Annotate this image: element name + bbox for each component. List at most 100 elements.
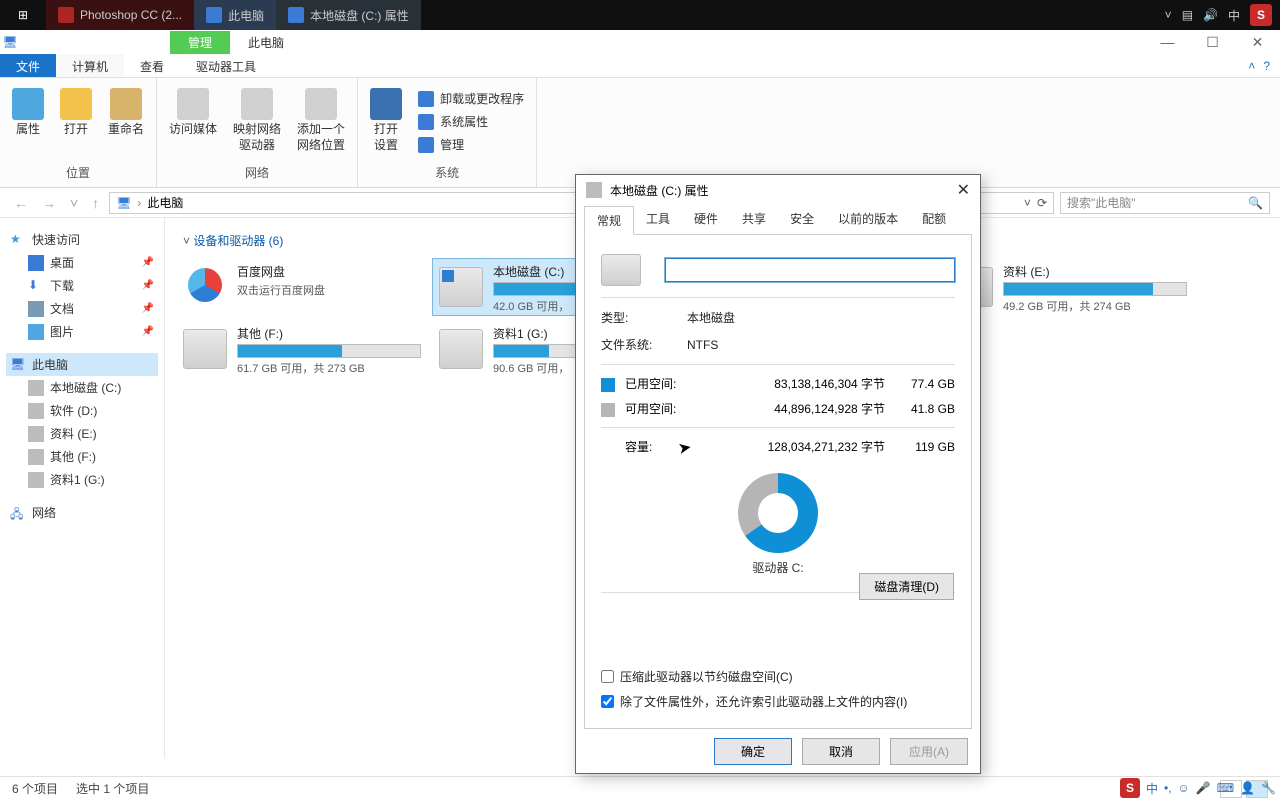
ime-toolbar[interactable]: S 中•, ☺ 🎤 ⌨ 👤 🔧 <box>1120 778 1276 798</box>
drive-item-baidu[interactable]: 百度网盘双击运行百度网盘 <box>177 259 427 315</box>
tab-tools[interactable]: 工具 <box>634 205 682 234</box>
window-title: 此电脑 <box>230 31 302 54</box>
apply-button[interactable]: 应用(A) <box>890 738 968 765</box>
tree-pictures[interactable]: 图片📌 <box>24 320 158 343</box>
taskbar-app-properties[interactable]: 本地磁盘 (C:) 属性 <box>276 0 421 30</box>
taskbar-app-thispc[interactable]: 此电脑 <box>194 0 276 30</box>
properties-icon <box>12 88 44 120</box>
ribbon-context-tab[interactable]: 管理 <box>170 31 230 54</box>
cancel-button[interactable]: 取消 <box>802 738 880 765</box>
ribbon-open-settings[interactable]: 打开 设置 <box>366 86 406 162</box>
downloads-icon: ⬇ <box>28 278 44 294</box>
nav-forward-button[interactable]: → <box>38 195 60 211</box>
ribbon-group-label: 系统 <box>366 162 528 183</box>
ribbon-tab-computer[interactable]: 计算机 <box>56 54 124 77</box>
tray-ime-indicator[interactable]: 中 <box>1228 7 1240 24</box>
ribbon-tab-drivetools[interactable]: 驱动器工具 <box>180 54 272 77</box>
rename-icon <box>110 88 142 120</box>
tree-this-pc[interactable]: 🖥此电脑 <box>6 353 158 376</box>
ribbon-open[interactable]: 打开 <box>56 86 96 162</box>
ribbon-media[interactable]: 访问媒体 <box>165 86 221 162</box>
drive-icon <box>28 380 44 396</box>
tab-general[interactable]: 常规 <box>584 206 634 235</box>
tab-previous[interactable]: 以前的版本 <box>826 205 910 234</box>
ribbon-properties[interactable]: 属性 <box>8 86 48 162</box>
tree-drive-d[interactable]: 软件 (D:) <box>24 399 158 422</box>
index-checkbox[interactable]: 除了文件属性外，还允许索引此驱动器上文件的内容(I) <box>601 689 955 714</box>
search-input[interactable]: 搜索"此电脑" 🔍 <box>1060 192 1270 214</box>
window-icon: 🖥 <box>0 35 20 49</box>
tray-network-icon[interactable]: ▤ <box>1182 8 1193 22</box>
tab-quota[interactable]: 配额 <box>910 205 958 234</box>
ribbon-sys-properties[interactable]: 系统属性 <box>414 111 528 132</box>
tree-drive-c[interactable]: 本地磁盘 (C:) <box>24 376 158 399</box>
tree-network[interactable]: 🖧网络 <box>6 501 158 524</box>
used-space-row: 已用空间:83,138,146,304 字节77.4 GB <box>601 371 955 396</box>
ribbon-map-drive[interactable]: 映射网络 驱动器 <box>229 86 285 162</box>
dialog-tabs: 常规 工具 硬件 共享 安全 以前的版本 配额 <box>576 205 980 234</box>
pc-icon: 🖥 <box>116 196 131 210</box>
ok-button[interactable]: 确定 <box>714 738 792 765</box>
documents-icon <box>28 301 44 317</box>
tree-documents[interactable]: 文档📌 <box>24 297 158 320</box>
disk-cleanup-button[interactable]: 磁盘清理(D) <box>859 573 954 600</box>
value-type: 本地磁盘 <box>687 309 735 326</box>
dialog-titlebar[interactable]: 本地磁盘 (C:) 属性 ✕ <box>576 175 980 205</box>
dialog-page-general: 类型:本地磁盘 文件系统:NTFS 已用空间:83,138,146,304 字节… <box>584 234 972 729</box>
tab-sharing[interactable]: 共享 <box>730 205 778 234</box>
dialog-footer: 确定 取消 应用(A) <box>576 729 980 773</box>
ribbon-add-location[interactable]: 添加一个 网络位置 <box>293 86 349 162</box>
ribbon-collapse-icon[interactable]: ˄ <box>1248 59 1255 73</box>
ribbon-group-label: 网络 <box>165 162 349 183</box>
desktop-icon <box>28 255 44 271</box>
compress-checkbox[interactable]: 压缩此驱动器以节约磁盘空间(C) <box>601 664 955 689</box>
search-placeholder: 搜索"此电脑" <box>1067 194 1136 211</box>
nav-tree: ★快速访问 桌面📌 ⬇下载📌 文档📌 图片📌 🖥此电脑 本地磁盘 (C:) 软件… <box>0 218 165 758</box>
nav-back-button[interactable]: ← <box>10 195 32 211</box>
tray-sogou-icon[interactable]: S <box>1250 4 1272 26</box>
nav-recent-button[interactable]: ˅ <box>66 195 82 211</box>
status-item-count: 6 个项目 <box>12 780 58 797</box>
tab-security[interactable]: 安全 <box>778 205 826 234</box>
refresh-icon[interactable]: ⟳ <box>1037 196 1047 210</box>
tree-quick-access[interactable]: ★快速访问 <box>6 228 158 251</box>
ime-mic-icon[interactable]: 🎤 <box>1196 781 1211 795</box>
tree-downloads[interactable]: ⬇下载📌 <box>24 274 158 297</box>
tree-drive-e[interactable]: 资料 (E:) <box>24 422 158 445</box>
window-titlebar: 🖥 管理 此电脑 — ☐ ✕ <box>0 30 1280 54</box>
address-dropdown-icon[interactable]: ˅ <box>1024 196 1031 210</box>
ime-person-icon[interactable]: 👤 <box>1240 781 1255 795</box>
tree-drive-g[interactable]: 资料1 (G:) <box>24 468 158 491</box>
drive-label-input[interactable] <box>665 258 955 282</box>
start-button[interactable]: ⊞ <box>0 0 46 30</box>
nav-up-button[interactable]: ↑ <box>88 195 103 211</box>
help-icon[interactable]: ? <box>1263 59 1270 73</box>
tray-chevron-icon[interactable]: ˅ <box>1165 8 1172 22</box>
ribbon-uninstall[interactable]: 卸载或更改程序 <box>414 88 528 109</box>
sogou-icon[interactable]: S <box>1120 778 1140 798</box>
tree-drive-f[interactable]: 其他 (F:) <box>24 445 158 468</box>
pictures-icon <box>28 324 44 340</box>
ribbon-rename[interactable]: 重命名 <box>104 86 148 162</box>
ribbon-tab-file[interactable]: 文件 <box>0 54 56 77</box>
ribbon-manage[interactable]: 管理 <box>414 134 528 155</box>
dialog-close-button[interactable]: ✕ <box>957 180 970 200</box>
tree-desktop[interactable]: 桌面📌 <box>24 251 158 274</box>
ime-lang-icon[interactable]: 中 <box>1146 780 1158 797</box>
minimize-button[interactable]: — <box>1145 34 1190 51</box>
ime-keyboard-icon[interactable]: ⌨ <box>1217 781 1234 795</box>
network-icon: 🖧 <box>10 505 26 521</box>
ime-emoji-icon[interactable]: ☺ <box>1178 781 1190 795</box>
close-button[interactable]: ✕ <box>1235 34 1280 51</box>
media-icon <box>177 88 209 120</box>
drive-item-f[interactable]: 其他 (F:)61.7 GB 可用，共 273 GB <box>177 321 427 377</box>
breadcrumb[interactable]: 此电脑 <box>147 194 183 211</box>
maximize-button[interactable]: ☐ <box>1190 34 1235 51</box>
taskbar-app-photoshop[interactable]: Photoshop CC (2... <box>46 0 194 30</box>
ime-tools-icon[interactable]: 🔧 <box>1261 781 1276 795</box>
add-location-icon <box>305 88 337 120</box>
tray-volume-icon[interactable]: 🔊 <box>1203 8 1218 22</box>
ribbon-tab-view[interactable]: 查看 <box>124 54 180 77</box>
tab-hardware[interactable]: 硬件 <box>682 205 730 234</box>
taskbar-app-label: 此电脑 <box>228 7 264 24</box>
